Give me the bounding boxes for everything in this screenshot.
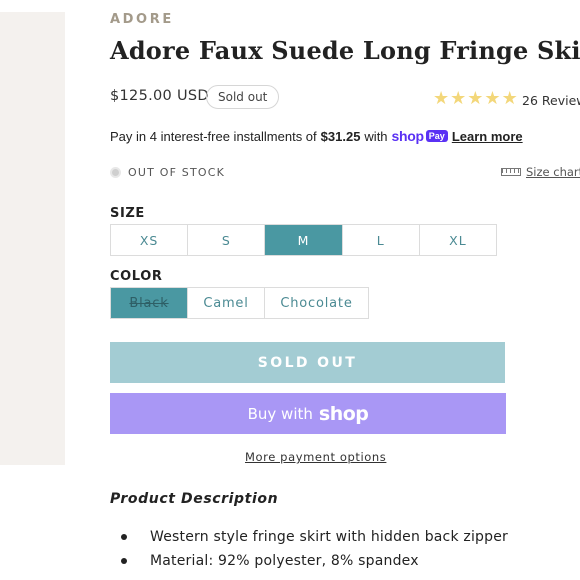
size-label: SIZE — [110, 206, 145, 221]
reviews-count[interactable]: 26 Reviews — [522, 93, 580, 108]
more-payment-options-link[interactable]: More payment options — [245, 450, 386, 464]
gallery-side-panel — [0, 12, 65, 465]
bullet-icon — [121, 534, 127, 540]
description-title: Product Description — [110, 491, 279, 507]
stock-status: OUT OF STOCK — [110, 166, 225, 179]
stock-status-text: OUT OF STOCK — [128, 166, 226, 179]
sold-out-button[interactable]: SOLD OUT — [110, 342, 505, 383]
size-chart-link[interactable]: Size chart — [501, 165, 580, 179]
product-title: Adore Faux Suede Long Fringe Skirt — [110, 36, 580, 65]
pay-pill: Pay — [425, 130, 448, 142]
product-brand[interactable]: ADORE — [110, 12, 174, 27]
bullet-icon — [121, 558, 127, 564]
shop-word: shop — [391, 128, 425, 144]
shop-pay-logo: shop Pay — [392, 128, 448, 144]
list-item-text: Material: 92% polyester, 8% spandex — [150, 553, 419, 569]
color-label: COLOR — [110, 269, 163, 284]
stock-dot-icon — [110, 167, 121, 178]
size-option-xl[interactable]: XL — [420, 225, 496, 255]
sold-out-badge: Sold out — [206, 85, 280, 109]
size-option-l[interactable]: L — [343, 225, 420, 255]
shop-logo: shop — [318, 402, 369, 425]
star-icon: ★ — [467, 88, 484, 109]
list-item: Western style fringe skirt with hidden b… — [110, 528, 508, 552]
color-selector: Black Camel Chocolate — [110, 287, 369, 319]
color-option-camel[interactable]: Camel — [188, 288, 265, 318]
list-item-text: Western style fringe skirt with hidden b… — [150, 529, 508, 545]
star-icon: ★ — [501, 88, 518, 109]
size-selector: XS S M L XL — [110, 224, 497, 256]
color-option-chocolate[interactable]: Chocolate — [265, 288, 368, 318]
installments-text: Pay in 4 interest-free installments of — [110, 128, 317, 144]
color-option-black[interactable]: Black — [111, 288, 188, 318]
rating-stars[interactable]: ★ ★ ★ ★ ★ — [433, 90, 518, 108]
size-chart-label: Size chart — [526, 165, 580, 179]
star-icon: ★ — [450, 88, 467, 109]
installments-with: with — [364, 128, 388, 144]
buy-with-shop-button[interactable]: Buy with shop — [110, 393, 506, 434]
installment-amount: $31.25 — [320, 128, 361, 144]
size-option-xs[interactable]: XS — [111, 225, 189, 255]
product-price: $125.00 USD — [110, 88, 209, 104]
buy-with-text: Buy with — [247, 404, 313, 423]
installments-banner: Pay in 4 interest-free installments of $… — [110, 128, 523, 144]
size-option-m[interactable]: M — [265, 225, 343, 255]
size-option-s[interactable]: S — [188, 225, 266, 255]
star-icon: ★ — [433, 88, 450, 109]
learn-more-link[interactable]: Learn more — [452, 129, 523, 144]
ruler-icon — [501, 168, 521, 176]
description-list: Western style fringe skirt with hidden b… — [110, 528, 508, 576]
list-item: Material: 92% polyester, 8% spandex — [110, 552, 508, 576]
star-icon: ★ — [484, 88, 501, 109]
